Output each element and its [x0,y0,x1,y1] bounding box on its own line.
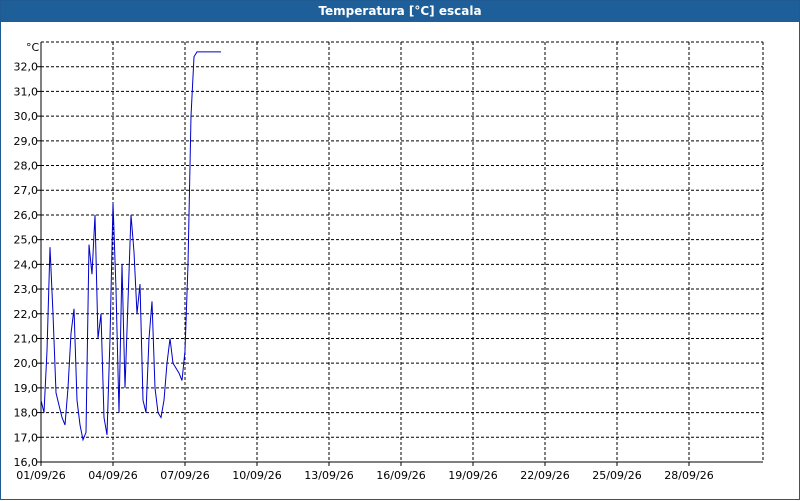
grid [41,41,764,462]
x-tick-label: 10/09/26 [232,469,281,482]
y-tick-label: 21,0 [14,332,39,345]
x-tick-label: 13/09/26 [304,469,353,482]
y-tick-label: 24,0 [14,258,39,271]
x-tick-label: 01/09/26 [16,469,65,482]
y-tick-label: 16,0 [14,456,39,469]
y-tick-label: 20,0 [14,357,39,370]
y-tick-label: 18,0 [14,407,39,420]
temperature-chart: °C 16,0 17,0 18,0 19,0 20,0 21,0 22,0 23,0 24,0 2… [14,41,764,482]
y-tick-label: 25,0 [14,234,39,247]
y-tick-label: 23,0 [14,283,39,296]
x-tick-label: 04/09/26 [88,469,137,482]
y-tick-labels: 16,0 17,0 18,0 19,0 20,0 21,0 22,0 23,0 24,0 25,0… [14,61,39,469]
x-tick-label: 28/09/26 [664,469,713,482]
y-tick-label: 19,0 [14,382,39,395]
axes [37,42,763,466]
y-tick-label: 30,0 [14,110,39,123]
y-tick-label: 28,0 [14,160,39,173]
temperature-series-line [40,51,221,442]
y-tick-label: 31,0 [14,85,39,98]
x-tick-label: 22/09/26 [520,469,569,482]
x-tick-labels: 01/09/26 04/09/26 07/09/26 10/09/26 13/09/26… [16,469,713,482]
chart-window: Temperatura [°C] escala °C 16,0 17,0 18,0 1… [0,0,800,500]
x-tick-label: 19/09/26 [448,469,497,482]
y-axis-unit-label: °C [26,41,40,54]
y-tick-label: 32,0 [14,61,39,74]
y-tick-label: 29,0 [14,135,39,148]
x-tick-label: 07/09/26 [160,469,209,482]
y-tick-label: 27,0 [14,184,39,197]
y-tick-label: 26,0 [14,209,39,222]
y-tick-label: 22,0 [14,308,39,321]
x-tick-label: 25/09/26 [592,469,641,482]
y-tick-label: 17,0 [14,431,39,444]
x-tick-label: 16/09/26 [376,469,425,482]
